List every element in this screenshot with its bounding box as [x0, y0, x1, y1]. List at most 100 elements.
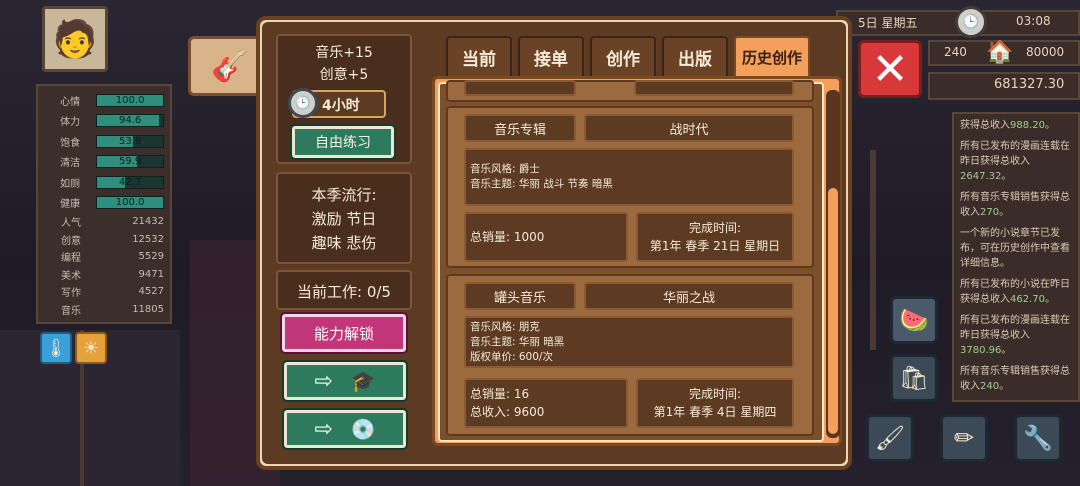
- stat-row: 饱食 53.9: [44, 131, 164, 152]
- player-avatar[interactable]: 🧑: [42, 6, 108, 72]
- clock-icon: 🕒: [288, 88, 318, 118]
- thermometer-icon[interactable]: 🌡: [40, 332, 72, 364]
- shop-icon[interactable]: 🛍: [890, 354, 938, 402]
- free-practice-button[interactable]: 自由练习: [290, 124, 396, 160]
- pencil-icon[interactable]: ✏: [940, 414, 988, 462]
- attribute-row: 人气 21432: [44, 213, 164, 231]
- player-stats-panel: 心情 100.0 体力 94.6 饱食 53.9 清洁 59.9 如厕 42.7 健康 100.0 人气…: [36, 84, 172, 324]
- record-button[interactable]: ⇨ 💿: [282, 408, 408, 450]
- stat-label: 心情: [60, 96, 81, 108]
- log-item: 所有已发布的漫画连载在昨日获得总收入 3780.96。: [960, 313, 1072, 358]
- work-sales: 总销量: 16 总收入: 9600: [464, 378, 628, 428]
- log-suffix: 。: [999, 381, 1010, 392]
- arrow-right-icon: ⇨: [314, 416, 333, 442]
- scrollbar-thumb[interactable]: [828, 188, 838, 434]
- log-amount: 3780.96: [960, 345, 1002, 356]
- attribute-row: 写作 4527: [44, 283, 164, 301]
- description-line: 音乐主题: 华丽 暗黑: [470, 335, 565, 348]
- resource-value-left: 240: [944, 45, 967, 59]
- watermelon-icon[interactable]: 🍉: [890, 296, 938, 344]
- log-item: 所有已发布的小说在昨日获得总收入462.70。: [960, 277, 1072, 307]
- stat-bar: 53.9: [96, 134, 164, 148]
- attribute-value: 4527: [138, 286, 164, 298]
- tab-0[interactable]: 当前: [446, 36, 512, 76]
- log-item: 所有音乐专辑销售获得总收入240。: [960, 364, 1072, 394]
- trend-panel: 本季流行: 激励 节日 趣味 悲伤: [276, 172, 412, 264]
- work-finish-time: 完成时间: 第1年 春季 4日 星期四: [636, 378, 794, 428]
- log-item: 获得总收入988.20。: [960, 118, 1072, 133]
- resource-value-right: 80000: [1026, 45, 1065, 59]
- duration-label: 4小时: [322, 98, 360, 114]
- record-icon: 💿: [350, 417, 376, 441]
- attribute-label: 写作: [61, 288, 81, 300]
- description-line: 音乐风格: 爵士: [470, 163, 540, 175]
- stat-label: 如厕: [60, 178, 81, 190]
- log-text: 一个新的小说章节已发布，可在历史创作中查看详细信息。: [960, 228, 1070, 269]
- finish-label: 完成时间:: [688, 387, 742, 401]
- graduation-cap-icon: 🎓: [350, 369, 376, 393]
- time-label: 03:08: [1016, 14, 1051, 28]
- close-icon: ✕: [871, 43, 909, 95]
- attribute-value: 21432: [132, 216, 164, 228]
- tab-3[interactable]: 出版: [662, 36, 728, 76]
- tab-1[interactable]: 接单: [518, 36, 584, 76]
- log-amount: 2647.32: [960, 171, 1002, 182]
- log-text: 获得总收入: [960, 120, 1010, 131]
- wrench-icon[interactable]: 🔧: [1014, 414, 1062, 462]
- finish-value: 第1年 春季 4日 星期四: [653, 405, 777, 419]
- clock-icon[interactable]: 🕒: [955, 6, 987, 38]
- log-suffix: 。: [999, 207, 1010, 218]
- sales-line: 总销量: 1000: [470, 230, 545, 244]
- log-amount: 988.20: [1010, 120, 1045, 131]
- current-work-label: 当前工作: 0/5: [297, 283, 391, 301]
- sun-icon[interactable]: ☀: [75, 332, 107, 364]
- log-suffix: 。: [1045, 294, 1055, 305]
- stat-label: 健康: [60, 199, 81, 211]
- stat-label: 饱食: [60, 137, 81, 149]
- sales-line: 总收入: 9600: [470, 405, 545, 419]
- stat-value: 100.0: [115, 197, 145, 209]
- attribute-row: 美术 9471: [44, 266, 164, 284]
- log-amount: 270: [980, 207, 1000, 218]
- finish-label: 完成时间:: [688, 221, 742, 235]
- stat-row: 心情 100.0: [44, 90, 164, 111]
- description-line: 版权单价: 600/次: [470, 350, 553, 363]
- money-value: 681327.30: [994, 77, 1065, 92]
- music-bonus: 音乐+15: [315, 45, 373, 61]
- work-card[interactable]: 音乐专辑 战时代 音乐风格: 爵士 音乐主题: 华丽 战斗 节奏 暗黑 总销量: 100…: [446, 106, 814, 268]
- attribute-label: 音乐: [61, 305, 81, 317]
- stat-value: 53.9: [118, 135, 142, 147]
- work-title: 华丽之战: [584, 282, 794, 310]
- work-type: 罐头音乐: [464, 282, 576, 310]
- attribute-label: 创意: [61, 235, 81, 247]
- stat-bar: 59.9: [96, 155, 164, 169]
- stat-bar: 100.0: [96, 93, 164, 107]
- log-text: 所有已发布的漫画连载在昨日获得总收入: [960, 315, 1070, 341]
- work-card[interactable]: 罐头音乐 华丽之战 音乐风格: 朋克 音乐主题: 华丽 暗黑 版权单价: 600/次 总销…: [446, 274, 814, 436]
- attribute-row: 编程 5529: [44, 248, 164, 266]
- message-log[interactable]: 获得总收入988.20。 所有已发布的漫画连载在昨日获得总收入2647.32。 所有…: [952, 112, 1080, 402]
- brush-icon[interactable]: 🖌: [866, 414, 914, 462]
- house-icon[interactable]: 🏠: [984, 36, 1016, 68]
- close-button[interactable]: ✕: [858, 40, 922, 98]
- arrow-right-icon: ⇨: [314, 368, 333, 394]
- study-button[interactable]: ⇨ 🎓: [282, 360, 408, 402]
- log-item: 所有已发布的漫画连载在昨日获得总收入 2647.32。: [960, 139, 1072, 184]
- trend-line-1: 激励 节日: [311, 210, 377, 228]
- ability-unlock-button[interactable]: 能力解锁: [280, 312, 408, 354]
- trend-line-2: 趣味 悲伤: [311, 234, 377, 252]
- partial-field: [634, 80, 794, 96]
- finish-value: 第1年 春季 21日 星期日: [649, 239, 781, 253]
- log-text: 所有音乐专辑销售获得总收入: [960, 366, 1070, 392]
- stat-value: 100.0: [115, 94, 145, 106]
- stat-label: 清洁: [60, 158, 81, 170]
- stat-value: 59.9: [118, 156, 142, 168]
- tab-4[interactable]: 历史创作: [734, 36, 810, 76]
- stat-row: 体力 94.6: [44, 111, 164, 132]
- stat-bar: 94.6: [96, 114, 164, 128]
- log-item: 所有音乐专辑销售获得总收入270。: [960, 190, 1072, 220]
- work-sales: 总销量: 1000: [464, 212, 628, 262]
- tab-2[interactable]: 创作: [590, 36, 656, 76]
- stat-row: 健康 100.0: [44, 193, 164, 214]
- stat-value: 42.7: [118, 176, 142, 188]
